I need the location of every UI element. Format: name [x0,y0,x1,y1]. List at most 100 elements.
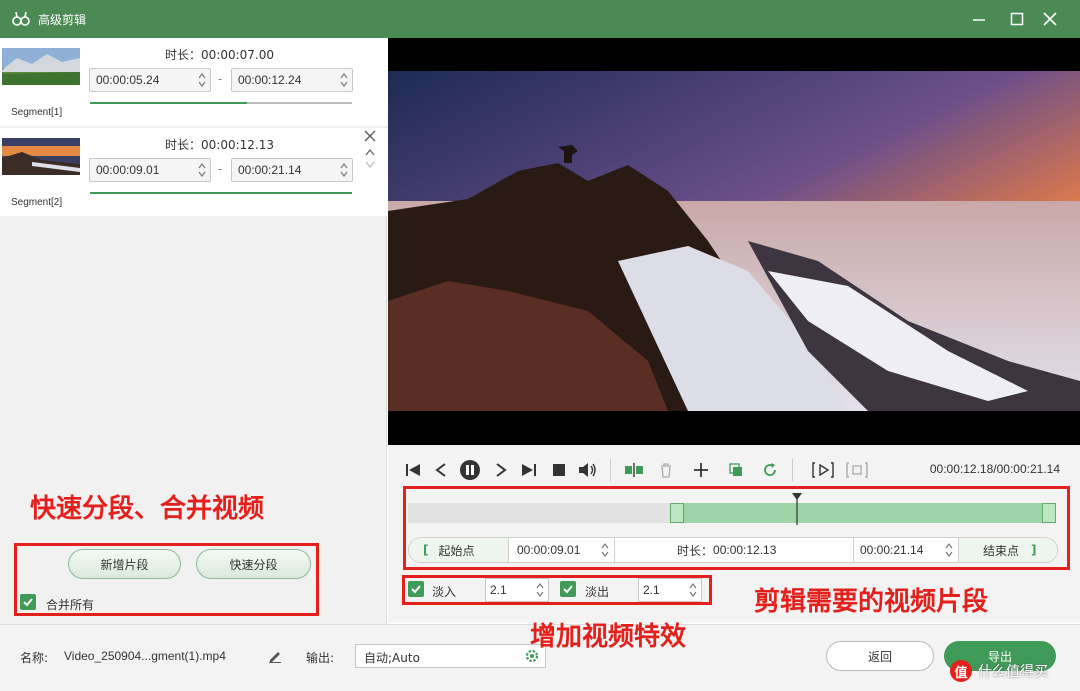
timeline-selection[interactable] [670,503,1056,523]
segment-start-input[interactable]: 00:00:05.24 [89,68,211,92]
chevron-up-icon [365,148,375,156]
add-icon [694,463,708,477]
delete-icon [661,463,671,478]
fade-in-checkbox[interactable] [408,581,424,597]
edit-icon[interactable] [268,649,282,663]
spin-arrows-icon[interactable] [339,70,349,90]
start-bracket: [ [423,543,429,557]
go-start-button[interactable] [402,459,424,481]
segment-progress [90,102,352,104]
video-frame [388,71,1080,411]
end-time-input[interactable]: 00:00:21.14 [853,538,959,562]
spin-arrows-icon[interactable] [688,580,698,600]
quick-split-button[interactable]: 快速分段 [196,549,311,579]
watermark: 值 什么值得买 [950,655,1070,687]
annotation-clip-segment: 剪辑需要的视频片段 [754,587,989,617]
spin-arrows-icon[interactable] [197,70,207,90]
volume-button[interactable] [576,459,598,481]
close-icon [364,130,376,142]
segment-item[interactable]: 时长：00:00:07.00 00:00:05.24 - 00:00:12.24… [0,38,387,126]
merge-all-checkbox[interactable] [20,594,36,610]
segment-progress-fill [90,102,248,104]
remove-segment-button[interactable] [363,130,377,146]
add-segment-button[interactable]: 新增片段 [68,549,181,579]
set-end-button[interactable]: 结束点 ] [959,538,1057,562]
go-end-button[interactable] [518,459,540,481]
segment-start-input[interactable]: 00:00:09.01 [89,158,211,182]
set-start-button[interactable]: [ 起始点 [409,538,509,562]
stop-button[interactable] [548,459,570,481]
output-select[interactable]: 自动;Auto [355,644,546,668]
copy-button[interactable] [725,459,747,481]
merge-all-label: 合并所有 [46,598,95,612]
duration-label: 时长： [165,138,202,152]
maximize-icon [1010,12,1024,26]
checkmark-icon [411,585,421,594]
next-frame-button[interactable] [490,459,512,481]
close-icon [1043,12,1057,26]
prev-frame-icon [435,463,446,477]
segment-thumbnail [2,48,80,85]
start-time-input[interactable]: 00:00:09.01 [509,538,615,562]
prev-frame-button[interactable] [430,459,452,481]
segment-end-input[interactable]: 00:00:12.24 [231,68,353,92]
minimize-icon [973,19,985,21]
segment-end-input[interactable]: 00:00:21.14 [231,158,353,182]
stop-icon [553,464,565,476]
segment-progress-fill [90,192,352,194]
video-preview[interactable] [388,38,1080,445]
volume-icon [579,463,596,477]
range-dash: - [218,72,223,86]
back-button[interactable]: 返回 [826,641,934,671]
close-button[interactable] [1039,8,1061,30]
pause-button[interactable] [459,459,481,481]
end-label: 结束点 [983,543,1020,558]
start-label: 起始点 [438,543,475,558]
spin-arrows-icon[interactable] [944,540,954,560]
play-selection-icon [812,462,834,478]
next-frame-icon [496,463,507,477]
move-down-button[interactable] [363,158,377,173]
duration-value: 00:00:12.13 [713,543,777,557]
annotation-add-effects: 增加视频特效 [530,622,687,652]
duration-display: 时长： 00:00:12.13 [677,538,837,562]
add-button[interactable] [690,459,712,481]
name-label: 名称: [20,651,49,665]
playhead[interactable] [791,493,802,525]
fade-out-checkbox[interactable] [560,581,576,597]
annotation-quick-split: 快速分段、合并视频 [30,494,265,524]
segment-item[interactable]: 时长：00:00:12.13 00:00:09.01 - 00:00:21.14… [0,128,387,216]
timeline-track[interactable] [408,493,1056,525]
segment-panel: 时长：00:00:07.00 00:00:05.24 - 00:00:12.24… [0,38,387,624]
go-end-icon [522,464,536,476]
fade-in-input[interactable]: 2.1 [485,578,549,602]
output-label: 输出: [306,651,335,665]
spin-arrows-icon[interactable] [197,160,207,180]
app-logo-icon [12,11,30,26]
range-dash: - [218,162,223,176]
minimize-button[interactable] [968,8,990,30]
rotate-button[interactable] [759,459,781,481]
maximize-button[interactable] [1006,8,1028,30]
copy-icon [729,463,742,476]
play-selection-button[interactable] [812,459,834,481]
trim-handle-left[interactable] [670,503,685,523]
duration-label: 时长： [677,543,714,558]
duration-label: 时长： [165,48,202,62]
segment-thumbnail [2,138,80,175]
segment-duration: 00:00:07.00 [201,48,274,62]
spin-arrows-icon[interactable] [600,540,610,560]
divider [792,459,793,481]
segment-label: Segment[2] [11,197,63,208]
crop-button[interactable] [846,459,868,481]
split-button[interactable] [623,459,645,481]
spin-arrows-icon[interactable] [535,580,545,600]
fade-out-input[interactable]: 2.1 [638,578,702,602]
marker-row: [ 起始点 00:00:09.01 时长： 00:00:12.13 00:00:… [408,537,1058,563]
spin-arrows-icon[interactable] [339,160,349,180]
trim-handle-right[interactable] [1042,503,1056,523]
fade-in-label: 淡入 [432,585,457,599]
title-bar: 高级剪辑 [0,0,1080,38]
time-readout: 00:00:12.18/00:00:21.14 [929,462,1060,476]
delete-button[interactable] [655,459,677,481]
